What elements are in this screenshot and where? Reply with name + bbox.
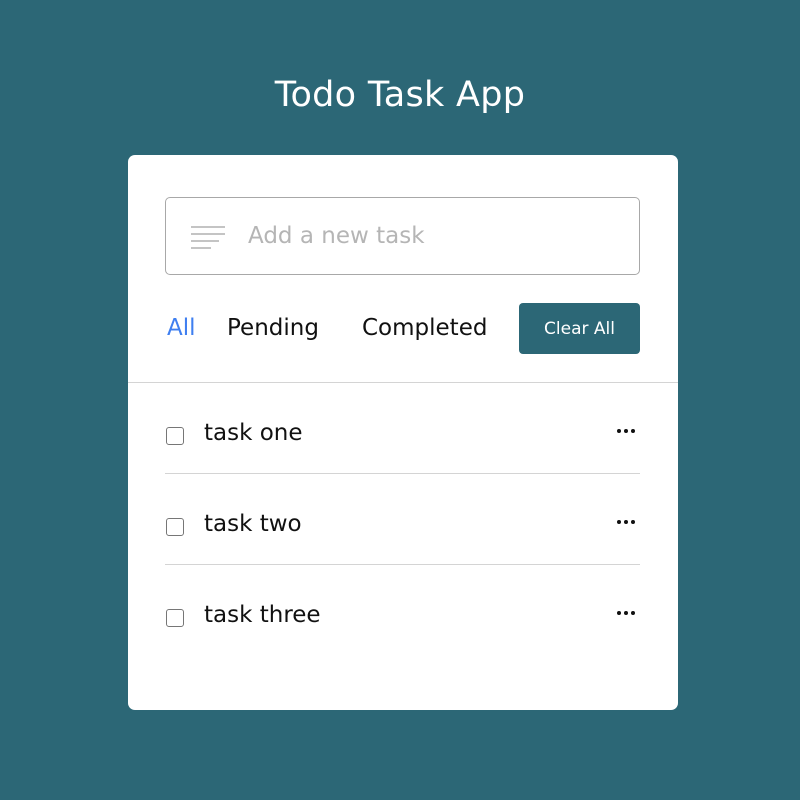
task-item: task one [165, 383, 640, 474]
more-icon[interactable] [614, 603, 638, 623]
task-input-wrapper[interactable] [165, 197, 640, 275]
task-item: task two [165, 474, 640, 565]
app-title: Todo Task App [274, 75, 526, 115]
task-checkbox[interactable] [166, 427, 184, 445]
task-checkbox[interactable] [166, 518, 184, 536]
todo-card: All Pending Completed Clear All task one… [128, 155, 678, 710]
add-task-input[interactable] [248, 198, 628, 274]
task-label: task two [204, 511, 302, 537]
filter-controls: All Pending Completed Clear All [165, 303, 640, 355]
task-list: task one task two task three [165, 383, 640, 656]
filter-pending[interactable]: Pending [227, 313, 319, 343]
task-label: task three [204, 602, 321, 628]
task-label: task one [204, 420, 303, 446]
more-icon[interactable] [614, 512, 638, 532]
filter-all[interactable]: All [167, 313, 196, 343]
task-checkbox[interactable] [166, 609, 184, 627]
clear-all-button[interactable]: Clear All [519, 303, 640, 354]
lines-icon [191, 226, 225, 249]
more-icon[interactable] [614, 421, 638, 441]
filter-completed[interactable]: Completed [362, 313, 487, 343]
task-item: task three [165, 565, 640, 656]
